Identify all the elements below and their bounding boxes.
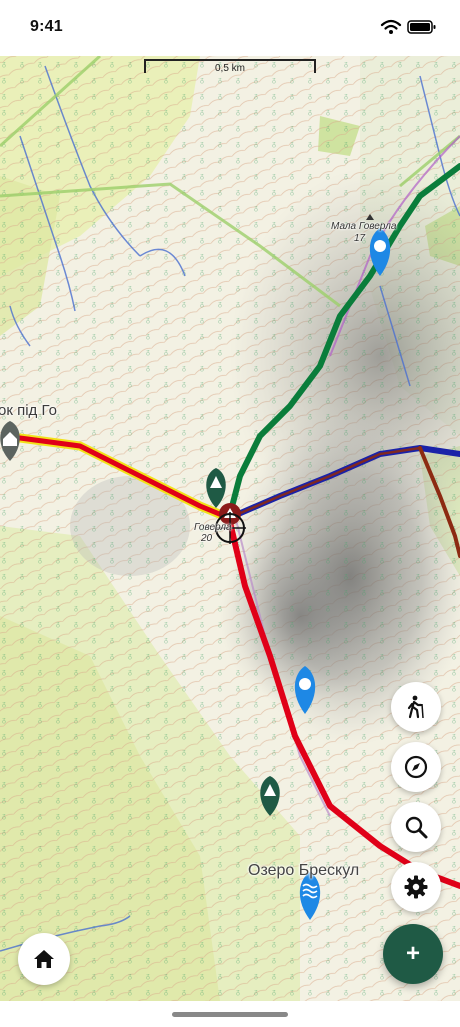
settings-button[interactable] bbox=[391, 862, 441, 912]
wifi-icon bbox=[380, 19, 402, 34]
search-button[interactable] bbox=[391, 802, 441, 852]
compass-icon bbox=[404, 755, 428, 779]
search-icon bbox=[405, 816, 428, 839]
battery-icon bbox=[407, 20, 436, 34]
peak-name-label: Мала Говерла bbox=[331, 221, 397, 232]
map-view[interactable]: ᵹ bbox=[0, 56, 460, 1001]
gear-icon bbox=[404, 875, 428, 899]
scale-bar: 0,5 km bbox=[144, 59, 316, 75]
compass-button[interactable] bbox=[391, 742, 441, 792]
lake-label: Озеро Бреcкул bbox=[248, 862, 360, 879]
add-button-label: + bbox=[405, 940, 420, 967]
hiking-person-icon bbox=[407, 695, 424, 719]
goverla-name-label: Говерла bbox=[194, 522, 232, 533]
shelter-label: ок під Го bbox=[0, 402, 57, 419]
status-icons bbox=[380, 19, 436, 34]
home-indicator bbox=[172, 1012, 288, 1017]
add-button[interactable]: + bbox=[383, 924, 443, 984]
home-icon bbox=[34, 950, 54, 968]
peak-altitude-label: 17 bbox=[354, 233, 366, 244]
hiking-mode-button[interactable] bbox=[391, 682, 441, 732]
home-button[interactable] bbox=[18, 933, 70, 985]
status-time: 9:41 bbox=[30, 18, 63, 35]
scale-label: 0,5 km bbox=[214, 63, 245, 74]
goverla-altitude-label: 20 bbox=[201, 533, 213, 544]
status-bar: 9:41 bbox=[0, 0, 460, 56]
